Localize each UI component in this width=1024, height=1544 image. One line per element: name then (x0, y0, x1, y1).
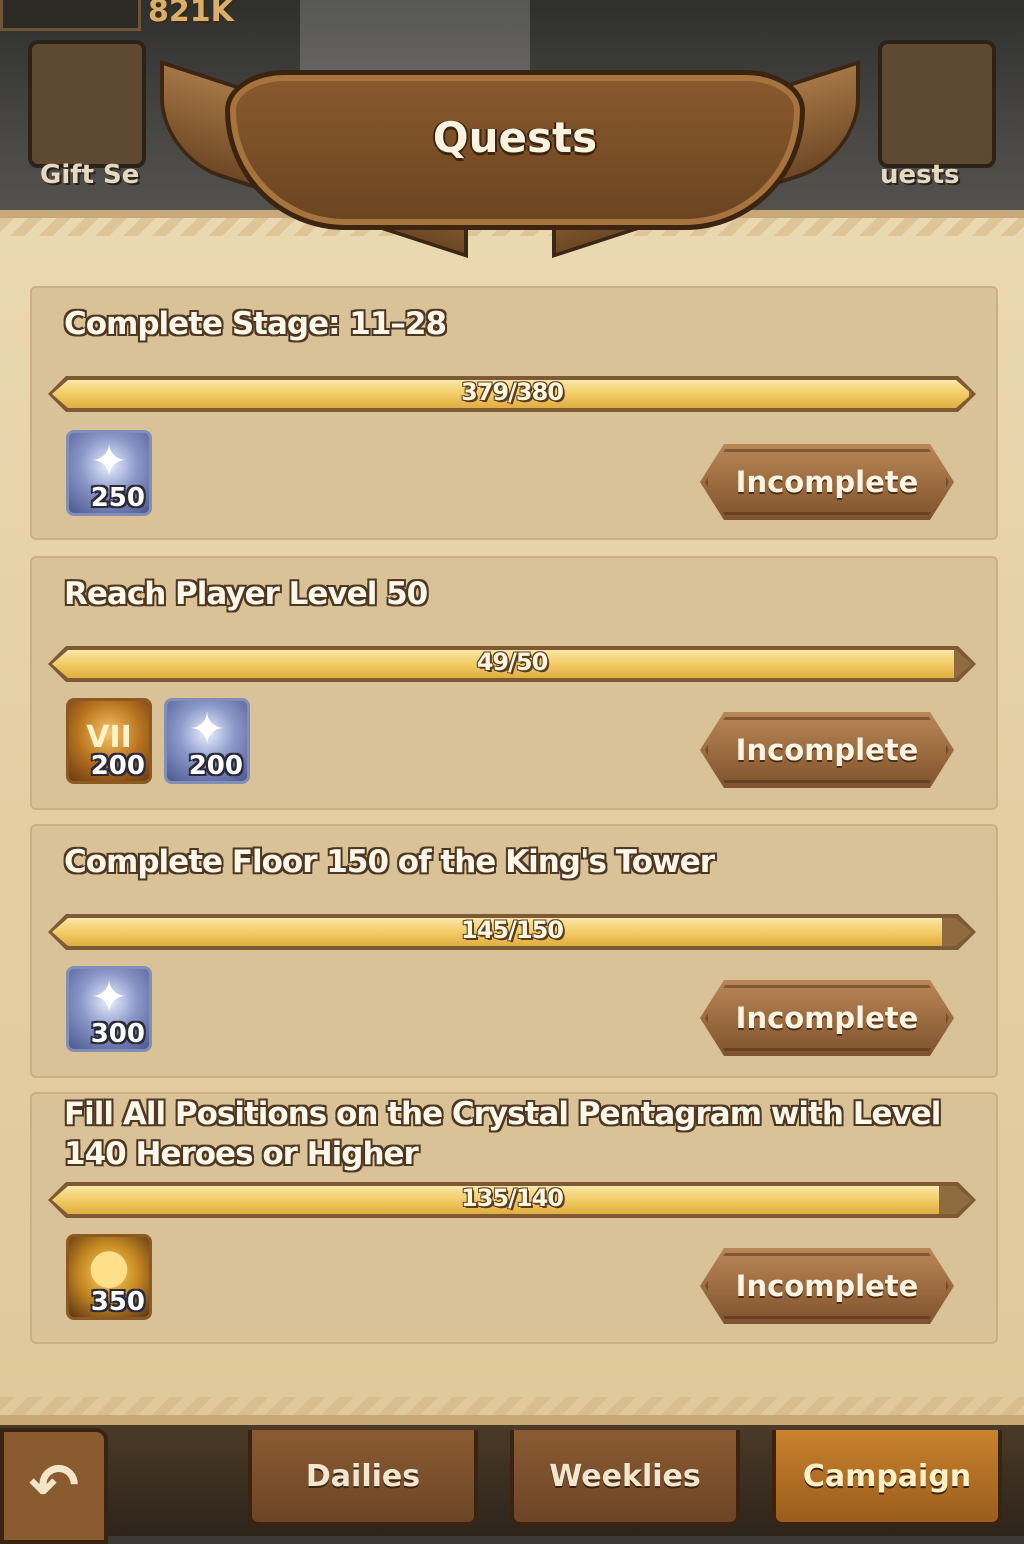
title-banner: Quests (160, 59, 860, 259)
back-arrow-icon: ↶ (28, 1451, 80, 1521)
reward-item[interactable]: ✦ 200 (164, 698, 250, 784)
power-value: 821K (148, 0, 234, 29)
progress-bar: 135/140 (48, 1182, 976, 1218)
progress-text: 379/380 (461, 378, 563, 406)
gold-coin-icon: ● (88, 1238, 130, 1294)
reward-item[interactable]: ✦ 300 (66, 966, 152, 1052)
progress-bar: 145/150 (48, 914, 976, 950)
reward-count: 200 (90, 751, 145, 781)
progress-bar: 379/380 (48, 376, 976, 412)
quest-card: Reach Player Level 50 49/50 VII 200 ✦ 20… (30, 556, 998, 810)
quest-title: Complete Floor 150 of the King's Tower (64, 844, 715, 880)
quest-title: Reach Player Level 50 (64, 576, 428, 612)
diamond-icon: ✦ (90, 436, 128, 487)
tab-weeklies[interactable]: Weeklies (510, 1430, 740, 1526)
gift-set-label: Gift Se (40, 160, 140, 190)
progress-text: 145/150 (461, 916, 563, 944)
quest-title: Complete Stage: 11–28 (64, 306, 447, 342)
panel-bottom-border (0, 1397, 1024, 1415)
reward-count: 200 (188, 751, 243, 781)
reward-item[interactable]: ● 350 (66, 1234, 152, 1320)
page-title: Quests (432, 113, 598, 162)
reward-count: 250 (90, 483, 145, 513)
avatar[interactable] (0, 0, 141, 31)
incomplete-button[interactable]: Incomplete (700, 712, 954, 788)
progress-text: 135/140 (461, 1184, 563, 1212)
back-button[interactable]: ↶ (0, 1428, 108, 1544)
reward-item[interactable]: VII 200 (66, 698, 152, 784)
progress-bar: 49/50 (48, 646, 976, 682)
incomplete-button[interactable]: Incomplete (700, 1248, 954, 1324)
diamond-icon: ✦ (90, 972, 128, 1023)
reward-count: 300 (90, 1019, 145, 1049)
tab-dailies[interactable]: Dailies (248, 1430, 478, 1526)
quest-title: Fill All Positions on the Crystal Pentag… (64, 1096, 941, 1172)
gift-set-button[interactable] (28, 40, 146, 168)
incomplete-button[interactable]: Incomplete (700, 444, 954, 520)
quest-card: Complete Floor 150 of the King's Tower 1… (30, 824, 998, 1078)
reward-count: 350 (90, 1287, 145, 1317)
right-button-label: uests (880, 160, 960, 190)
scroll-quests-button[interactable] (878, 40, 996, 168)
quest-card: Fill All Positions on the Crystal Pentag… (30, 1092, 998, 1344)
reward-item[interactable]: ✦ 250 (66, 430, 152, 516)
diamond-icon: ✦ (188, 704, 226, 755)
quest-card: Complete Stage: 11–28 379/380 ✦ 250 Inco… (30, 286, 998, 540)
tab-campaign[interactable]: Campaign (772, 1430, 1002, 1526)
progress-text: 49/50 (476, 648, 548, 676)
banner-center: Quests (225, 70, 805, 230)
incomplete-button[interactable]: Incomplete (700, 980, 954, 1056)
